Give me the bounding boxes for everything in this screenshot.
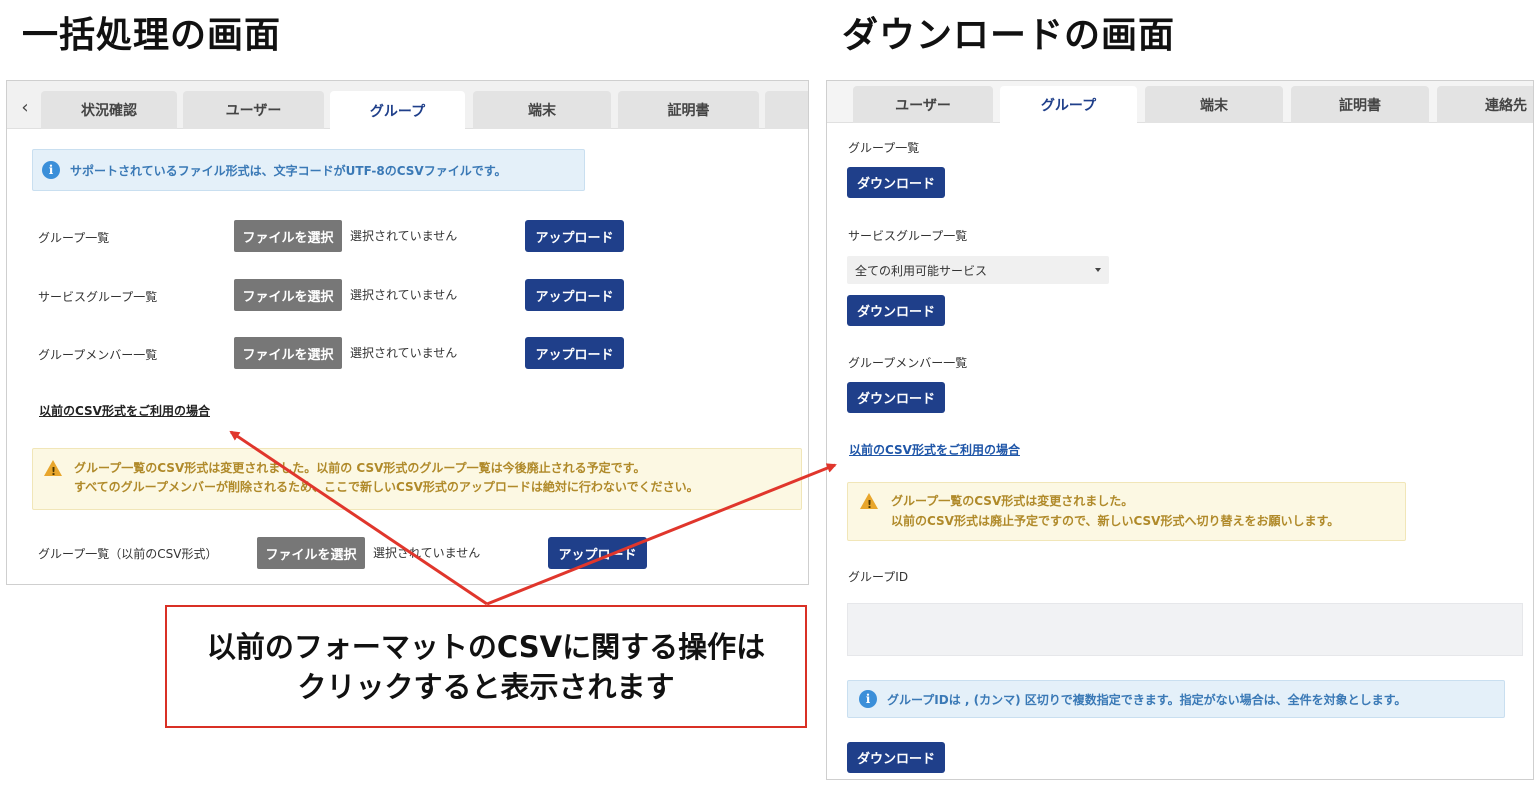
tab-devices[interactable]: 端末 xyxy=(473,91,611,129)
download-button[interactable]: ダウンロード xyxy=(847,742,945,773)
file-format-info: i サポートされているファイル形式は、文字コードがUTF-8のCSVファイルです… xyxy=(32,149,585,191)
tab-groups[interactable]: グループ xyxy=(1000,86,1137,124)
csv-format-warning: ! グループ一覧のCSV形式は変更されました。 以前のCSV形式は廃止予定ですの… xyxy=(847,482,1406,541)
tab-certificates[interactable]: 証明書 xyxy=(1291,86,1429,123)
no-file-text: 選択されていません xyxy=(350,288,458,302)
download-button[interactable]: ダウンロード xyxy=(847,382,945,413)
row-label-service-group-list: サービスグループ一覧 xyxy=(38,290,158,304)
section-label-group-member-list: グループメンバー一覧 xyxy=(848,356,968,370)
download-button[interactable]: ダウンロード xyxy=(847,167,945,198)
warning-line-1: グループ一覧のCSV形式は変更されました。 xyxy=(891,494,1134,508)
choose-file-button[interactable]: ファイルを選択 xyxy=(234,279,342,311)
group-id-input[interactable] xyxy=(847,603,1523,656)
download-button[interactable]: ダウンロード xyxy=(847,295,945,326)
warning-line-2: 以前のCSV形式は廃止予定ですので、新しいCSV形式へ切り替えをお願いします。 xyxy=(891,514,1340,528)
group-id-info: i グループIDは , (カンマ) 区切りで複数指定できます。指定がない場合は、… xyxy=(847,680,1505,718)
service-select[interactable]: 全ての利用可能サービス xyxy=(847,256,1109,284)
tab-more[interactable] xyxy=(765,91,808,129)
upload-button[interactable]: アップロード xyxy=(548,537,647,569)
no-file-text: 選択されていません xyxy=(350,229,458,243)
row-label-group-member-list: グループメンバー一覧 xyxy=(38,348,158,362)
choose-file-button[interactable]: ファイルを選択 xyxy=(234,220,342,252)
download-panel: ユーザー グループ 端末 証明書 連絡先 グループ一覧 ダウンロード サービスグ… xyxy=(826,80,1534,780)
upload-button[interactable]: アップロード xyxy=(525,220,624,252)
group-id-label: グループID xyxy=(848,570,909,584)
service-select-value: 全ての利用可能サービス xyxy=(855,263,988,278)
warning-line-1: グループ一覧のCSV形式は変更されました。以前の CSV形式のグループ一覧は今後… xyxy=(74,461,646,475)
bulk-processing-panel: ‹ 状況確認 ユーザー グループ 端末 証明書 i サポートされているファイル形… xyxy=(6,80,809,585)
row-label-legacy-group-list: グループ一覧（以前のCSV形式） xyxy=(38,547,218,561)
tab-certificates[interactable]: 証明書 xyxy=(618,91,759,129)
tab-groups[interactable]: グループ xyxy=(330,91,465,130)
caret-down-icon xyxy=(1095,268,1101,272)
left-screen-heading: 一括処理の画面 xyxy=(22,15,282,56)
warning-line-2: すべてのグループメンバーが削除されるため、ここで新しいCSV形式のアップロードは… xyxy=(74,480,699,494)
legacy-csv-link[interactable]: 以前のCSV形式をご利用の場合 xyxy=(849,441,1020,458)
info-text: グループIDは , (カンマ) 区切りで複数指定できます。指定がない場合は、全件… xyxy=(887,692,1407,707)
info-icon: i xyxy=(42,161,60,179)
tab-users[interactable]: ユーザー xyxy=(853,86,993,123)
info-text: サポートされているファイル形式は、文字コードがUTF-8のCSVファイルです。 xyxy=(70,163,507,178)
no-file-text: 選択されていません xyxy=(350,346,458,360)
tab-status[interactable]: 状況確認 xyxy=(41,91,177,129)
tab-users[interactable]: ユーザー xyxy=(183,91,324,129)
csv-format-warning: ! グループ一覧のCSV形式は変更されました。以前の CSV形式のグループ一覧は… xyxy=(32,448,802,510)
section-label-group-list: グループ一覧 xyxy=(848,141,920,155)
tab-contacts[interactable]: 連絡先 xyxy=(1437,86,1533,123)
right-screen-heading: ダウンロードの画面 xyxy=(842,15,1176,56)
tab-bar: ‹ 状況確認 ユーザー グループ 端末 証明書 xyxy=(7,81,808,130)
chevron-left-icon[interactable]: ‹ xyxy=(15,97,35,118)
callout-line-2: クリックすると表示されます xyxy=(297,669,675,704)
upload-button[interactable]: アップロード xyxy=(525,279,624,311)
explanation-callout: 以前のフォーマットのCSVに関する操作は クリックすると表示されます xyxy=(165,605,807,728)
row-label-group-list: グループ一覧 xyxy=(38,231,110,245)
callout-line-1: 以前のフォーマットのCSVに関する操作は xyxy=(206,629,766,664)
legacy-csv-link[interactable]: 以前のCSV形式をご利用の場合 xyxy=(39,402,210,419)
choose-file-button[interactable]: ファイルを選択 xyxy=(257,537,365,569)
section-label-service-group-list: サービスグループ一覧 xyxy=(848,229,968,243)
choose-file-button[interactable]: ファイルを選択 xyxy=(234,337,342,369)
tab-devices[interactable]: 端末 xyxy=(1145,86,1283,123)
no-file-text: 選択されていません xyxy=(373,546,481,560)
info-icon: i xyxy=(859,690,877,708)
upload-button[interactable]: アップロード xyxy=(525,337,624,369)
tab-bar: ユーザー グループ 端末 証明書 連絡先 xyxy=(827,81,1533,124)
